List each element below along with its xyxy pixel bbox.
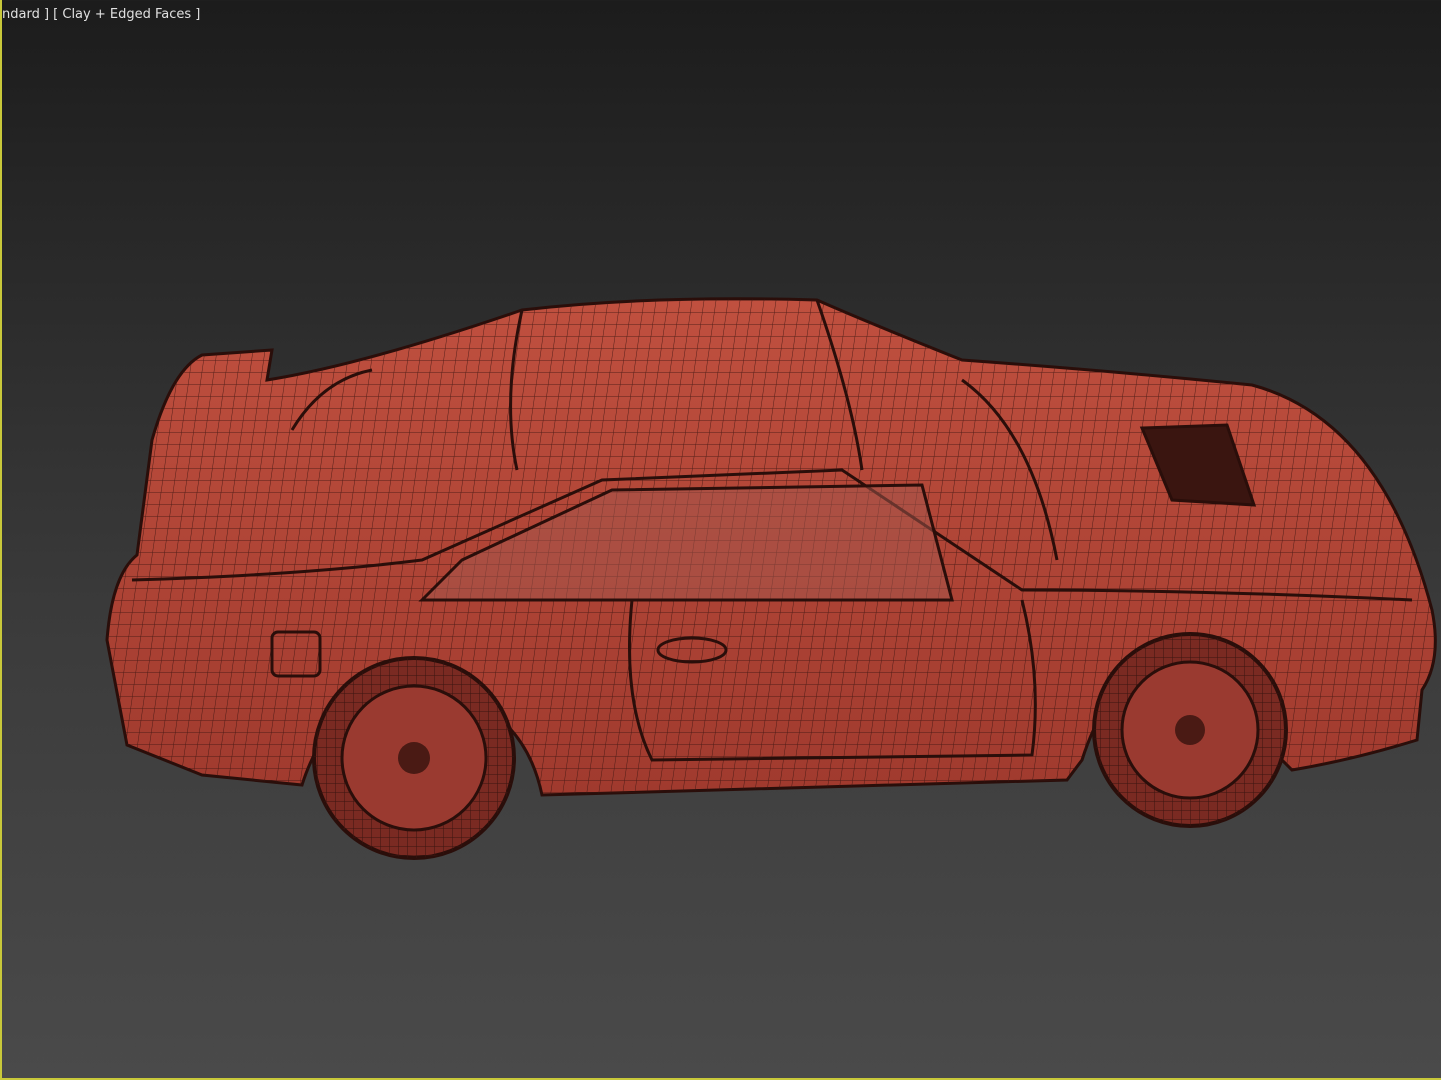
- front-wheel: [1092, 632, 1288, 828]
- car-model-mesh[interactable]: [2, 0, 1441, 1080]
- perspective-viewport[interactable]: ndard ] [ Clay + Edged Faces ]: [0, 0, 1441, 1080]
- rear-wheel: [312, 656, 516, 860]
